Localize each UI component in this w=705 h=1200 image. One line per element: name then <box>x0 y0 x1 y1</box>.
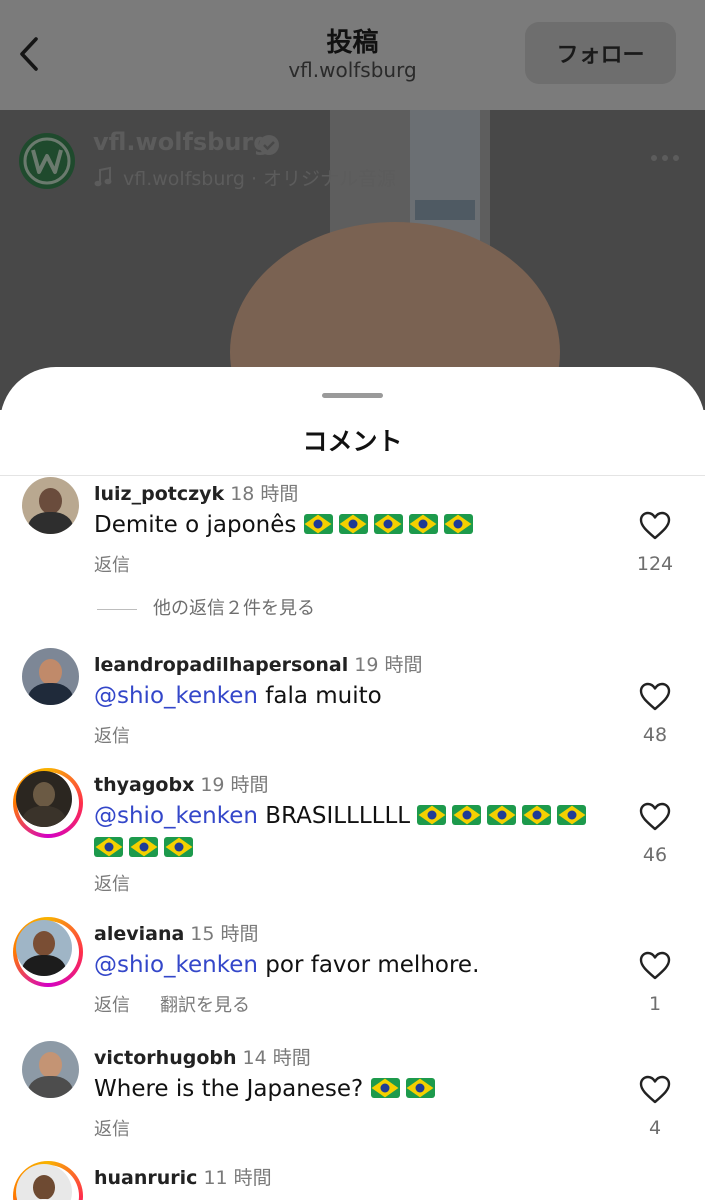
comment-body: por favor melhore. <box>257 952 480 978</box>
brazil-flag-icon <box>164 837 193 857</box>
sheet-drag-handle[interactable] <box>322 393 383 398</box>
comment-item: leandropadilhapersonal 19 時間 @shio_kenken… <box>0 648 705 758</box>
comment-username[interactable]: thyagobx <box>94 774 194 796</box>
avatar <box>16 920 72 976</box>
comment-body: BRASILLLLLL <box>257 803 411 829</box>
post-video[interactable]: vfl.wolfsburg vfl.wolfsburg · オリジナル音源 <box>0 110 705 410</box>
reply-button[interactable]: 返信 <box>94 874 130 895</box>
comment-text: Demite o japonês <box>94 509 624 541</box>
like-count: 46 <box>642 844 668 866</box>
brazil-flag-icon <box>443 514 473 534</box>
brazil-flag-icon <box>373 514 403 534</box>
comment-body: Demite o japonês <box>94 512 297 538</box>
comment-username[interactable]: leandropadilhapersonal <box>94 654 348 676</box>
avatar[interactable] <box>22 648 79 705</box>
mention-link[interactable]: @shio_kenken <box>94 683 258 709</box>
music-icon <box>94 166 112 187</box>
story-ring[interactable] <box>13 768 83 838</box>
comment-item: thyagobx 19 時間 @shio_kenken BRASILLLLLL 返… <box>0 768 705 908</box>
story-ring[interactable] <box>13 917 83 987</box>
brazil-flag-icon <box>338 514 368 534</box>
like-count: 4 <box>648 1117 662 1139</box>
comment-time: 14 時間 <box>242 1047 311 1069</box>
comment-time: 18 時間 <box>230 483 299 505</box>
comments-title: コメント <box>302 427 403 456</box>
comment-item: victorhugobh 14 時間 Where is the Japanese?… <box>0 1041 705 1151</box>
avatar[interactable] <box>22 477 79 534</box>
like-count: 124 <box>636 553 674 575</box>
brazil-flag-icon <box>408 514 438 534</box>
avatar[interactable] <box>22 1041 79 1098</box>
comment-time: 19 時間 <box>200 774 269 796</box>
mention-link[interactable]: @shio_kenken <box>94 803 258 829</box>
like-heart-icon[interactable] <box>639 802 671 832</box>
comment-text: Where is the Japanese? <box>94 1073 624 1105</box>
brazil-flag-icon <box>487 805 517 825</box>
comment-item: huanruric 11 時間 <box>0 1161 705 1200</box>
more-icon[interactable] <box>650 154 680 162</box>
see-translation-button[interactable]: 翻訳を見る <box>160 995 250 1016</box>
follow-button[interactable]: フォロー <box>525 22 676 84</box>
verified-icon <box>259 135 279 155</box>
instagram-post-page: 投稿 vfl.wolfsburg フォロー vfl.wolfsburg vfl.… <box>0 0 705 1200</box>
avatar <box>16 771 72 827</box>
story-ring[interactable] <box>13 1161 83 1200</box>
like-heart-icon[interactable] <box>639 511 671 541</box>
account-name[interactable]: vfl.wolfsburg <box>93 128 270 156</box>
brazil-flag-icon <box>452 805 482 825</box>
reply-button[interactable]: 返信 <box>94 1119 130 1140</box>
comment-time: 19 時間 <box>354 654 423 676</box>
comment-time: 15 時間 <box>190 923 259 945</box>
reply-button[interactable]: 返信 <box>94 726 130 747</box>
like-count: 1 <box>648 993 662 1015</box>
like-heart-icon[interactable] <box>639 951 671 981</box>
like-heart-icon[interactable] <box>639 682 671 712</box>
brazil-flag-icon <box>417 805 447 825</box>
comment-item: aleviana 15 時間 @shio_kenken por favor mel… <box>0 917 705 1027</box>
brazil-flag-icon <box>94 837 123 857</box>
sheet-divider <box>0 475 705 476</box>
comment-text: @shio_kenken BRASILLLLLL <box>94 800 624 864</box>
audio-label[interactable]: vfl.wolfsburg · オリジナル音源 <box>123 164 396 191</box>
comment-time: 11 時間 <box>203 1167 272 1189</box>
comment-username[interactable]: luiz_potczyk <box>94 483 224 505</box>
brazil-flag-icon <box>557 805 587 825</box>
top-navigation-bar: 投稿 vfl.wolfsburg フォロー <box>0 0 705 110</box>
comment-username[interactable]: huanruric <box>94 1167 197 1189</box>
brazil-flag-icon <box>129 837 158 857</box>
comment-username[interactable]: aleviana <box>94 923 184 945</box>
comment-item: luiz_potczyk 18 時間 Demite o japonês 返信 12… <box>0 477 705 637</box>
comment-username[interactable]: victorhugobh <box>94 1047 237 1069</box>
comments-sheet: コメント luiz_potczyk 18 時間 Demite o japonês … <box>0 367 705 1200</box>
like-heart-icon[interactable] <box>639 1075 671 1105</box>
brazil-flag-icon <box>303 514 333 534</box>
mention-link[interactable]: @shio_kenken <box>94 952 258 978</box>
brazil-flag-icon <box>370 1078 400 1098</box>
reply-button[interactable]: 返信 <box>94 555 130 576</box>
reply-button[interactable]: 返信 <box>94 995 130 1016</box>
comment-body: Where is the Japanese? <box>94 1076 364 1102</box>
comment-body: fala muito <box>257 683 382 709</box>
like-count: 48 <box>642 724 668 746</box>
comment-text: @shio_kenken fala muito <box>94 680 624 712</box>
brazil-flag-icon <box>522 805 552 825</box>
wolfsburg-logo-avatar[interactable] <box>18 132 76 190</box>
comment-text: @shio_kenken por favor melhore. <box>94 949 624 981</box>
view-replies-link[interactable]: 他の返信２件を見る <box>97 594 315 620</box>
brazil-flag-icon <box>405 1078 435 1098</box>
